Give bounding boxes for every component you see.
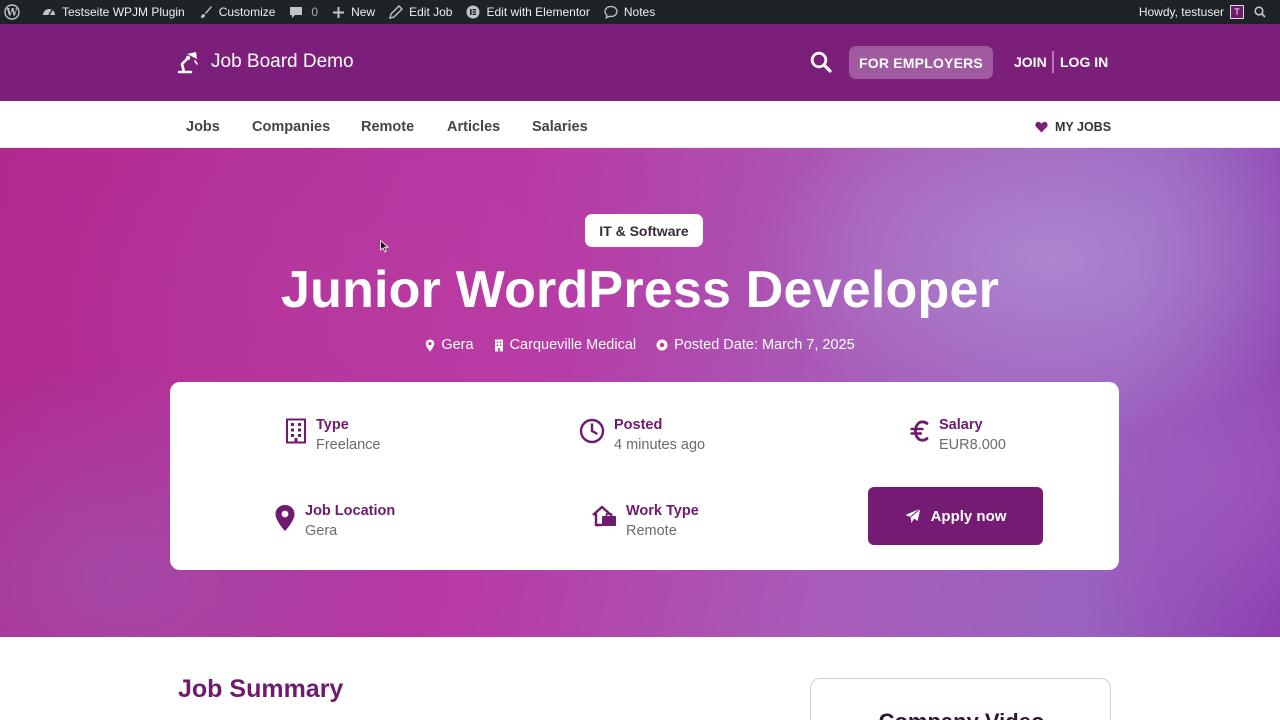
- main-nav: Jobs Companies Remote Articles Salaries …: [0, 101, 1280, 148]
- wp-admin-bar: W Testseite WPJM Plugin Customize 0 New …: [0, 0, 1280, 24]
- map-pin-icon: [426, 339, 435, 351]
- wordpress-menu[interactable]: W: [0, 0, 35, 24]
- comment-icon: [290, 7, 303, 18]
- detail-job-location: Job Location Gera: [274, 502, 395, 542]
- map-pin-icon: [275, 505, 295, 531]
- comments-count: 0: [311, 5, 319, 19]
- customize-link[interactable]: Customize: [192, 0, 283, 24]
- site-name: Testseite WPJM Plugin: [62, 5, 185, 19]
- work-type-label: Work Type: [626, 503, 699, 519]
- admin-search[interactable]: [1250, 0, 1280, 24]
- edit-job-link[interactable]: Edit Job: [382, 0, 459, 24]
- posted-value: 4 minutes ago: [614, 437, 706, 453]
- type-label: Type: [316, 417, 349, 433]
- header-search-button[interactable]: [809, 50, 833, 74]
- new-content-link[interactable]: New: [325, 0, 382, 24]
- building-icon: [494, 339, 503, 351]
- job-location-value: Gera: [305, 523, 338, 539]
- clock-icon: [656, 339, 668, 351]
- meta-location: Gera: [425, 337, 474, 353]
- site-title: Job Board Demo: [211, 51, 354, 72]
- detail-work-type: Work Type Remote: [592, 502, 699, 542]
- site-name-link[interactable]: Testseite WPJM Plugin: [35, 0, 192, 24]
- nav-item-remote[interactable]: Remote: [361, 119, 414, 135]
- job-details-card: Type Freelance Posted 4 minutes ago Sala…: [170, 382, 1119, 570]
- search-icon: [1254, 6, 1266, 18]
- comments-link[interactable]: 0: [282, 0, 325, 24]
- mouse-cursor-icon: [380, 240, 389, 253]
- plus-icon: [333, 6, 345, 18]
- site-logo-link[interactable]: Job Board Demo: [176, 50, 354, 74]
- meta-company-text: Carqueville Medical: [509, 337, 637, 353]
- detail-type: Type Freelance: [285, 416, 380, 456]
- svg-text:W: W: [5, 8, 18, 19]
- apply-now-label: Apply now: [930, 507, 1007, 525]
- salary-value: EUR8.000: [939, 437, 1006, 453]
- dashboard-icon: [43, 9, 55, 16]
- posted-label: Posted: [614, 417, 663, 433]
- elementor-icon: [466, 5, 480, 19]
- join-link[interactable]: JOIN: [1014, 54, 1047, 70]
- building-icon: [286, 418, 306, 444]
- brush-icon: [200, 6, 212, 18]
- nav-item-companies[interactable]: Companies: [252, 119, 330, 135]
- job-title: Junior WordPress Developer: [280, 261, 1000, 319]
- nav-item-articles[interactable]: Articles: [447, 119, 500, 135]
- detail-posted: Posted 4 minutes ago: [579, 416, 705, 456]
- header-divider: [1052, 51, 1054, 73]
- search-icon: [810, 51, 832, 73]
- job-meta: Gera Carqueville Medical Posted Date: Ma…: [0, 337, 1280, 353]
- edit-elementor-label: Edit with Elementor: [486, 5, 590, 19]
- category-badge[interactable]: IT & Software: [585, 214, 703, 247]
- notes-label: Notes: [623, 5, 656, 19]
- company-video-heading: Company Video: [811, 709, 1110, 720]
- customize-label: Customize: [218, 5, 276, 19]
- pencil-icon: [389, 5, 404, 19]
- greeting: Howdy, testuser: [1138, 5, 1224, 19]
- desk-lamp-icon: [177, 52, 198, 74]
- salary-label: Salary: [939, 417, 983, 433]
- euro-icon: [910, 420, 929, 442]
- nav-item-jobs[interactable]: Jobs: [186, 119, 220, 135]
- apply-now-button[interactable]: Apply now: [868, 487, 1043, 545]
- paper-plane-icon: [905, 508, 921, 523]
- job-hero: IT & Software Junior WordPress Developer…: [0, 148, 1280, 637]
- nav-item-salaries[interactable]: Salaries: [532, 119, 588, 135]
- heart-icon: [1035, 121, 1048, 133]
- avatar: T: [1230, 5, 1244, 19]
- edit-elementor-link[interactable]: Edit with Elementor: [459, 0, 596, 24]
- home-work-icon: [592, 505, 616, 527]
- speech-bubble-icon: [604, 5, 618, 19]
- for-employers-button[interactable]: FOR EMPLOYERS: [849, 46, 993, 79]
- my-jobs-link[interactable]: MY JOBS: [1035, 120, 1111, 134]
- my-jobs-label: MY JOBS: [1055, 120, 1112, 134]
- login-link[interactable]: LOG IN: [1060, 54, 1108, 70]
- wordpress-icon: W: [4, 4, 20, 20]
- account-menu[interactable]: Howdy, testuser T: [1132, 0, 1250, 24]
- edit-job-label: Edit Job: [409, 5, 453, 19]
- meta-posted: Posted Date: March 7, 2025: [656, 337, 855, 353]
- meta-company[interactable]: Carqueville Medical: [494, 337, 637, 353]
- site-header: Job Board Demo FOR EMPLOYERS JOIN LOG IN: [0, 24, 1280, 101]
- job-location-label: Job Location: [305, 503, 396, 519]
- notes-link[interactable]: Notes: [597, 0, 662, 24]
- new-label: New: [351, 5, 376, 19]
- clock-icon: [579, 418, 605, 444]
- job-summary-heading: Job Summary: [178, 675, 344, 703]
- detail-salary: Salary EUR8.000: [910, 416, 1006, 456]
- company-video-box: Company Video: [810, 678, 1111, 720]
- work-type-value: Remote: [626, 523, 677, 539]
- meta-location-text: Gera: [441, 337, 474, 353]
- type-value: Freelance: [316, 437, 381, 453]
- meta-posted-text: Posted Date: March 7, 2025: [674, 337, 855, 353]
